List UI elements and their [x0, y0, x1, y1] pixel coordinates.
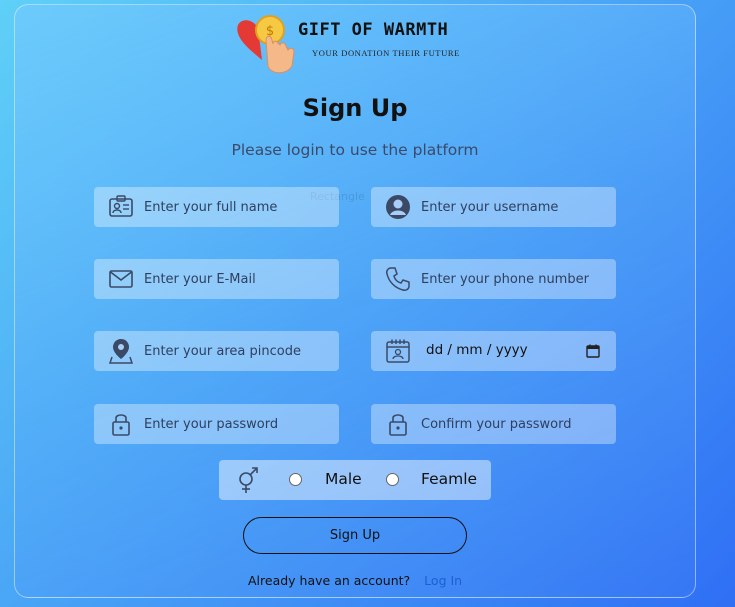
logo: $ GIFT OF WARMTH YOUR DONATION THEIR FUT…: [236, 14, 486, 78]
gender-selector: Male Feamle: [219, 460, 491, 500]
calendar-user-icon: [386, 339, 410, 363]
full-name-field: [94, 187, 339, 227]
page-subtitle: Please login to use the platform: [231, 141, 479, 159]
gender-male-label: Male: [325, 470, 362, 488]
email-input[interactable]: [144, 259, 329, 299]
pincode-field: [94, 331, 339, 371]
dob-field[interactable]: dd / mm / yyyy: [371, 331, 616, 371]
username-input[interactable]: [421, 187, 606, 227]
pincode-input[interactable]: [144, 331, 329, 371]
brand-tagline: YOUR DONATION THEIR FUTURE: [312, 48, 460, 58]
full-name-input[interactable]: [144, 187, 329, 227]
heart-hand-coin-icon: $: [237, 15, 295, 74]
footer-text: Already have an account?: [248, 573, 411, 588]
dob-input-value[interactable]: dd / mm / yyyy: [426, 342, 528, 358]
user-avatar-icon: [386, 195, 410, 219]
lock-icon: [112, 414, 130, 436]
sign-up-button[interactable]: Sign Up: [243, 517, 467, 554]
gender-female-radio[interactable]: [386, 473, 399, 486]
username-field: [371, 187, 616, 227]
confirm-password-field: [371, 404, 616, 444]
log-in-link[interactable]: Log In: [424, 573, 462, 588]
lock-icon: [389, 414, 407, 436]
gender-icon: [239, 467, 258, 493]
location-pin-icon: [108, 339, 134, 364]
email-field: [94, 259, 339, 299]
phone-icon: [386, 267, 410, 291]
id-card-icon: [109, 195, 133, 217]
calendar-picker-icon[interactable]: [586, 344, 600, 358]
page-title: Sign Up: [302, 94, 408, 122]
gender-male-radio[interactable]: [289, 473, 302, 486]
confirm-password-input[interactable]: [421, 404, 606, 444]
mail-icon: [109, 270, 133, 288]
phone-input[interactable]: [421, 259, 606, 299]
footer: Already have an account? Log In: [248, 573, 462, 588]
password-field: [94, 404, 339, 444]
phone-field: [371, 259, 616, 299]
gender-female-label: Feamle: [421, 470, 478, 488]
brand-name: GIFT OF WARMTH: [298, 20, 449, 40]
password-input[interactable]: [144, 404, 329, 444]
